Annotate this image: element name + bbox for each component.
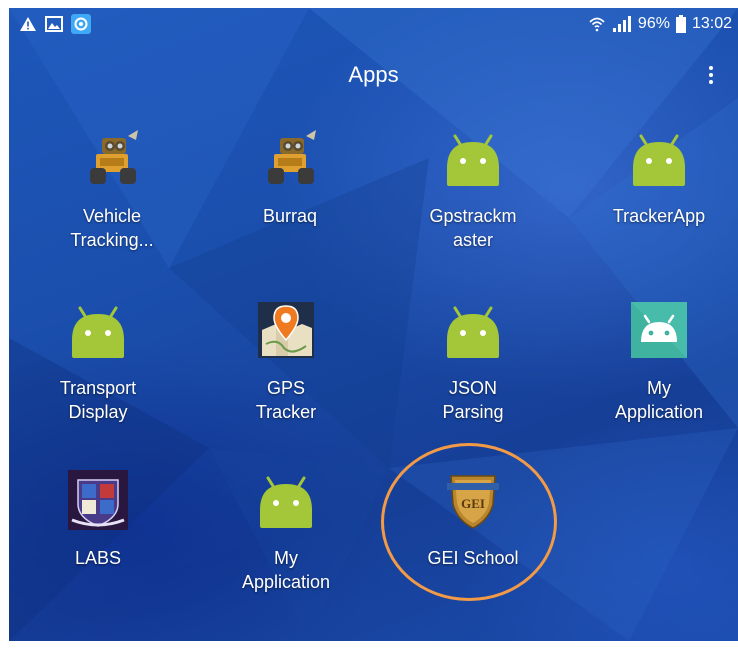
home-screen: 96% 13:02 Apps Vehicle Tracking... Burra… <box>9 8 738 641</box>
sync-app-icon <box>71 14 91 34</box>
wifi-icon <box>589 17 605 32</box>
warning-icon <box>20 17 36 31</box>
android-icon <box>447 306 499 358</box>
app-vehicle-tracking[interactable]: Vehicle Tracking... <box>32 128 192 250</box>
app-trackerapp[interactable]: TrackerApp <box>579 128 738 238</box>
android-icon <box>260 476 312 528</box>
app-label: Vehicle Tracking... <box>70 206 154 250</box>
android-icon <box>72 306 124 358</box>
app-gps-tracker[interactable]: GPS Tracker <box>206 300 366 422</box>
app-my-application-1[interactable]: My Application <box>579 300 738 422</box>
robot-icon <box>90 130 138 184</box>
app-labs[interactable]: LABS <box>18 470 178 580</box>
app-burraq[interactable]: Burraq <box>210 128 370 238</box>
app-label: LABS <box>74 548 122 568</box>
app-label: Transport Display <box>59 378 137 422</box>
app-json-parsing[interactable]: JSON Parsing <box>393 300 553 422</box>
signal-icon <box>612 16 631 32</box>
app-label: Gpstrackm aster <box>429 206 517 250</box>
android-icon <box>447 134 499 186</box>
app-label: TrackerApp <box>612 206 706 226</box>
clock: 13:02 <box>691 15 732 32</box>
android-icon <box>633 134 685 186</box>
image-icon <box>45 16 63 32</box>
highlight-circle <box>381 443 557 601</box>
crest-icon <box>68 470 128 530</box>
status-bar: 96% 13:02 <box>9 8 738 40</box>
app-my-application-2[interactable]: My Application <box>206 470 366 592</box>
app-label: My Application <box>241 548 331 592</box>
battery-icon <box>675 15 686 33</box>
more-vert-icon[interactable] <box>704 63 718 89</box>
title-bar: Apps <box>9 60 738 100</box>
app-transport-display[interactable]: Transport Display <box>18 300 178 422</box>
app-label: My Application <box>614 378 704 422</box>
page-title: Apps <box>348 62 399 87</box>
app-label: GPS Tracker <box>255 378 317 422</box>
map-pin-icon <box>258 302 314 358</box>
app-label: JSON Parsing <box>442 378 504 422</box>
app-label: Burraq <box>262 206 318 226</box>
app-gpstrackmaster[interactable]: Gpstrackm aster <box>393 128 553 250</box>
battery-percent: 96% <box>637 15 670 32</box>
android-square-icon <box>631 302 687 358</box>
robot-icon <box>268 130 316 184</box>
